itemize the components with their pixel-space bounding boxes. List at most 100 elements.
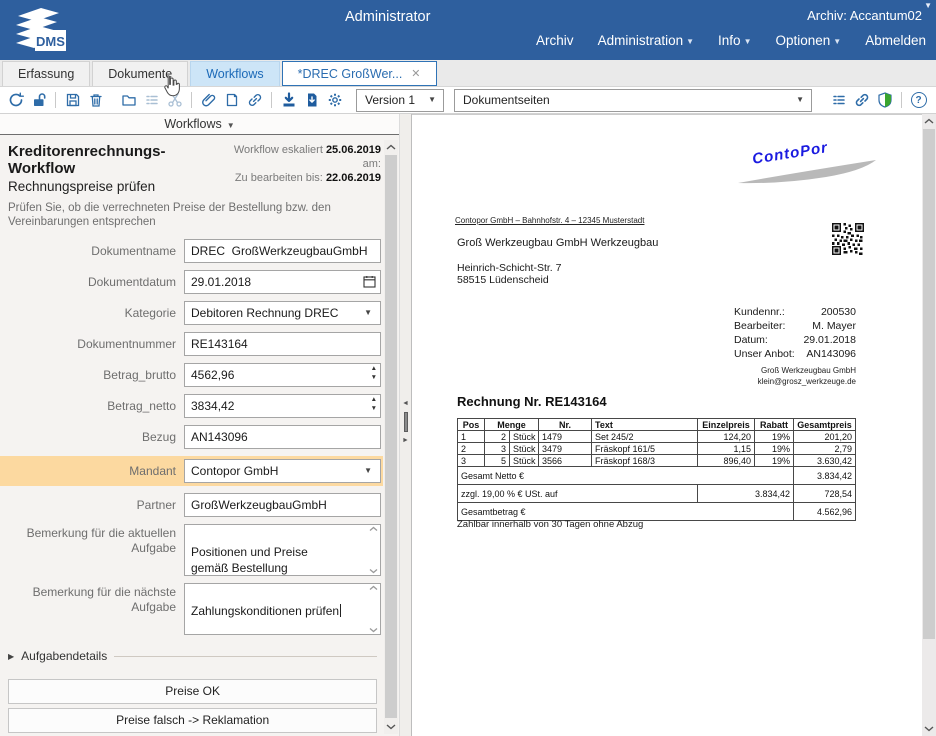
menu-administration[interactable]: Administration▼: [598, 33, 694, 48]
scrollbar-thumb[interactable]: [385, 155, 397, 718]
toolbar-divider: [271, 92, 272, 108]
dokumentnummer-input[interactable]: [184, 332, 381, 356]
scroll-up-icon[interactable]: [922, 114, 936, 128]
tab-erfassung[interactable]: Erfassung: [2, 61, 90, 86]
export-document-icon[interactable]: [300, 88, 323, 112]
kundennr-value: 200530: [821, 305, 856, 319]
link-document-icon[interactable]: [850, 88, 873, 112]
panel-title-dropdown[interactable]: Workflows▼: [0, 114, 399, 135]
invoice-title: Rechnung Nr. RE143164: [457, 394, 607, 409]
note-icon[interactable]: [220, 88, 243, 112]
collapse-header-icon[interactable]: ▼: [924, 1, 932, 10]
field-row-kategorie: Kategorie Debitoren Rechnung DREC ▼: [8, 301, 381, 325]
unlock-icon[interactable]: [27, 88, 50, 112]
attachment-icon[interactable]: [197, 88, 220, 112]
tab-dokumente[interactable]: Dokumente: [92, 61, 188, 86]
task-details-expander[interactable]: ▶ Aufgabendetails: [8, 649, 381, 663]
close-tab-icon[interactable]: ✕: [411, 67, 420, 80]
collapse-left-icon[interactable]: ◄: [402, 400, 409, 407]
step-down-icon: ▼: [371, 406, 377, 412]
menu-optionen[interactable]: Optionen▼: [775, 33, 841, 48]
tab-open-document[interactable]: *DREC GroßWer... ✕: [282, 61, 437, 86]
refresh-icon[interactable]: [4, 88, 27, 112]
dokumentdatum-input[interactable]: [184, 270, 381, 294]
scroll-up-icon[interactable]: [369, 585, 378, 591]
field-row-betrag-brutto: Betrag_brutto ▲▼: [8, 363, 381, 387]
panel-splitter[interactable]: ◄ ►: [399, 114, 412, 736]
panel-scrollbar[interactable]: [384, 140, 398, 734]
splitter-grip[interactable]: [404, 412, 408, 432]
field-label: Dokumentname: [8, 244, 176, 258]
preise-falsch-button[interactable]: Preise falsch -> Reklamation: [8, 708, 377, 733]
checklist-icon[interactable]: [140, 88, 163, 112]
kategorie-select[interactable]: Debitoren Rechnung DREC ▼: [184, 301, 381, 325]
view-mode-select[interactable]: Dokumentseiten ▼: [454, 89, 812, 112]
number-stepper[interactable]: ▲▼: [371, 366, 377, 381]
tab-workflows[interactable]: Workflows: [190, 61, 279, 86]
chevron-down-icon: ▼: [833, 37, 841, 46]
field-row-dokumentname: Dokumentname: [8, 239, 381, 263]
link-icon[interactable]: [243, 88, 266, 112]
index-list-icon[interactable]: [827, 88, 850, 112]
collapse-right-icon[interactable]: ►: [402, 437, 409, 444]
calendar-icon[interactable]: [363, 275, 376, 288]
settings-icon[interactable]: [323, 88, 346, 112]
chevron-down-icon: ▼: [364, 308, 372, 317]
field-label: Bezug: [8, 430, 176, 444]
sender-address-line: Contopor GmbH – Bahnhofstr. 4 – 12345 Mu…: [455, 216, 644, 225]
preise-ok-button[interactable]: Preise OK: [8, 679, 377, 704]
scrollbar-thumb[interactable]: [923, 129, 935, 639]
field-row-betrag-netto: Betrag_netto ▲▼: [8, 394, 381, 418]
field-label: Dokumentdatum: [8, 275, 176, 289]
mandant-select[interactable]: Contopor GmbH ▼: [184, 459, 381, 483]
menu-abmelden[interactable]: Abmelden: [865, 33, 926, 48]
recipient-company: Groß Werkzeugbau GmbH Werkzeugbau: [457, 237, 658, 249]
help-icon[interactable]: ?: [907, 88, 930, 112]
document-scrollbar[interactable]: [922, 114, 936, 736]
partner-input[interactable]: [184, 493, 381, 517]
chevron-down-icon: ▼: [796, 95, 804, 104]
divider-line: [114, 656, 377, 657]
field-label: Bemerkung für die nächste Aufgabe: [8, 585, 176, 615]
chevron-down-icon: ▼: [364, 466, 372, 475]
text-caret: [340, 604, 341, 617]
scroll-down-icon[interactable]: [384, 720, 398, 734]
delete-icon[interactable]: [84, 88, 107, 112]
number-stepper[interactable]: ▲▼: [371, 397, 377, 412]
scroll-down-icon[interactable]: [369, 568, 378, 574]
scroll-down-icon[interactable]: [922, 722, 936, 736]
anbot-value: AN143096: [806, 347, 856, 361]
scroll-up-icon[interactable]: [369, 526, 378, 532]
dokumentname-input[interactable]: [184, 239, 381, 263]
betrag-brutto-input[interactable]: [184, 363, 381, 387]
workflow-panel: Workflows▼ Kreditorenrechnungs-Workflow …: [0, 114, 399, 736]
save-icon[interactable]: [61, 88, 84, 112]
contact-block: Groß Werkzeugbau GmbH klein@grosz_werkze…: [712, 365, 856, 387]
datum-value: 29.01.2018: [803, 333, 856, 347]
scroll-up-icon[interactable]: [384, 140, 398, 154]
recipient-street: Heinrich-Schicht-Str. 7: [457, 262, 561, 274]
betrag-netto-input[interactable]: [184, 394, 381, 418]
menu-archiv[interactable]: Archiv: [536, 33, 574, 48]
field-label: Mandant: [8, 464, 176, 478]
bemerkung-naechste-textarea[interactable]: Zahlungskonditionen prüfen: [184, 583, 381, 635]
workflow-form: Kreditorenrechnungs-Workflow Rechnungspr…: [0, 135, 383, 736]
workflow-title: Kreditorenrechnungs-Workflow: [8, 143, 223, 177]
bezug-input[interactable]: [184, 425, 381, 449]
download-icon[interactable]: [277, 88, 300, 112]
version-select[interactable]: Version 1 ▼: [356, 89, 444, 112]
field-label: Partner: [8, 498, 176, 512]
qr-code: [832, 223, 864, 255]
menu-info[interactable]: Info▼: [718, 33, 751, 48]
tab-bar: Erfassung Dokumente Workflows *DREC Groß…: [0, 60, 936, 87]
recipient-city: 58515 Lüdenscheid: [457, 274, 549, 286]
field-row-dokumentdatum: Dokumentdatum: [8, 270, 381, 294]
document-preview: ContoPor Contopor GmbH – Bahnhofstr. 4 –…: [412, 114, 922, 736]
folder-icon[interactable]: [117, 88, 140, 112]
shield-icon[interactable]: [873, 88, 896, 112]
chevron-down-icon: ▼: [227, 121, 235, 130]
bemerkung-aktuell-textarea[interactable]: Positionen und Preise gemäß Bestellung: [184, 524, 381, 576]
cut-icon[interactable]: [163, 88, 186, 112]
dms-logo: DMS: [8, 3, 70, 57]
scroll-down-icon[interactable]: [369, 627, 378, 633]
